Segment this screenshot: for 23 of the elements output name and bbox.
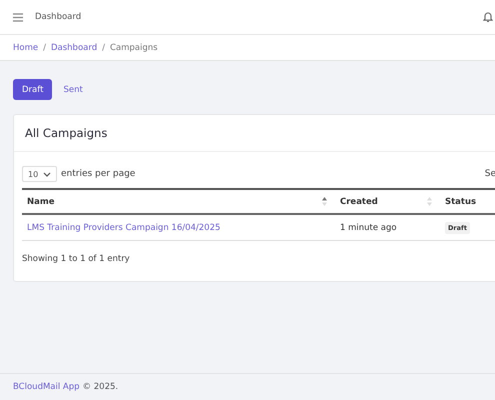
column-header[interactable]: Status	[445, 196, 476, 206]
column-header[interactable]: Name	[27, 196, 54, 206]
breadcrumb-separator: /	[102, 42, 105, 52]
bell-icon[interactable]	[483, 11, 493, 23]
sort-icon[interactable]	[322, 197, 327, 206]
chevron-down-icon	[43, 172, 51, 176]
column-header[interactable]: Created	[340, 196, 378, 206]
table-cell: 1 minute ago	[340, 222, 397, 232]
current-page-label: Campaigns	[110, 42, 158, 52]
breadcrumb-link[interactable]: Home	[13, 42, 38, 52]
table-info: Showing 1 to 1 of 1 entry	[22, 253, 131, 266]
card-title: All Campaigns	[14, 115, 495, 152]
footer-text: © 2025.	[82, 382, 118, 392]
tab[interactable]: Draft	[13, 79, 52, 100]
tab[interactable]: Sent	[54, 79, 92, 100]
campaign-link[interactable]: LMS Training Providers Campaign 16/04/2025	[27, 222, 220, 232]
entries-label: entries per page	[61, 169, 136, 179]
breadcrumb-link[interactable]: Dashboard	[50, 42, 98, 52]
footer-link[interactable]: BCloudMail App	[13, 382, 80, 392]
entries-select[interactable]: 10	[22, 166, 57, 182]
breadcrumb-separator: /	[43, 42, 46, 52]
menu-icon[interactable]	[13, 12, 23, 22]
header-title: Dashboard	[35, 12, 82, 22]
